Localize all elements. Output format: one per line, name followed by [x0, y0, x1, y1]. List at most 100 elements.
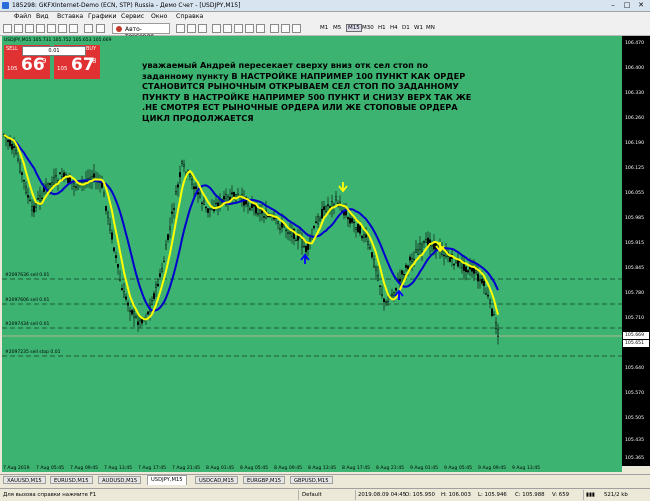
menu-window[interactable]: Окно — [151, 13, 167, 20]
timeframe-m30[interactable]: M30 — [362, 25, 374, 31]
menu-help[interactable]: Справка — [176, 13, 203, 20]
timeframe-m5[interactable]: M5 — [333, 25, 341, 31]
menu-charts[interactable]: Графики — [88, 13, 117, 20]
tile-windows-icon[interactable] — [234, 24, 243, 33]
menu-tools[interactable]: Сервис — [121, 13, 144, 20]
tab-usdcad[interactable]: USDCAD,M15 — [195, 476, 238, 484]
order-label[interactable]: #2097434 sell 0.01 — [5, 322, 49, 327]
tab-gbpusd[interactable]: GBPUSD,M15 — [290, 476, 333, 484]
candle-body — [423, 241, 426, 244]
candle-body — [162, 260, 165, 263]
timeframe-h1[interactable]: H1 — [378, 25, 386, 31]
tab-eurgbp[interactable]: EURGBP,M15 — [243, 476, 286, 484]
menu-bar: Файл Вид Вставка Графики Сервис Окно Спр… — [0, 12, 650, 22]
timeframe-h4[interactable]: H4 — [390, 25, 398, 31]
candle-body — [497, 329, 500, 338]
candle-body — [421, 243, 424, 252]
candle-body — [74, 186, 77, 188]
candle-body — [277, 221, 280, 224]
order-label[interactable]: #2097235 sell stop 0.01 — [5, 350, 60, 355]
tab-usdjpy[interactable]: USDJPY,M15 — [147, 475, 187, 485]
candle-body — [295, 239, 298, 242]
chart-tabs: XAUUSD,M15 EURUSD,M15 AUDUSD,M15 USDJPY,… — [0, 474, 650, 486]
new-chart-icon[interactable] — [3, 24, 12, 33]
timeframe-d1[interactable]: D1 — [402, 25, 410, 31]
candle-body — [287, 231, 290, 234]
navigator-icon[interactable] — [47, 24, 56, 33]
order-label[interactable]: #2097606 sell 0.01 — [5, 298, 49, 303]
autoscroll-icon[interactable] — [245, 24, 254, 33]
price-axis[interactable]: 106.470 106.400 106.330 106.260 106.190 … — [622, 36, 650, 466]
candle-body — [192, 186, 195, 190]
timeframe-mn[interactable]: MN — [426, 25, 435, 31]
market-watch-icon[interactable] — [25, 24, 34, 33]
candle-body — [118, 279, 121, 281]
slow-moving-average — [3, 134, 499, 312]
candle-body — [37, 198, 40, 200]
periods-icon[interactable] — [281, 24, 290, 33]
price-chart[interactable]: USDJPY,M15 105.731 105.752 105.653 105.6… — [2, 36, 622, 466]
candle-body — [467, 270, 470, 273]
tab-audusd[interactable]: AUDUSD,M15 — [98, 476, 142, 484]
timeframe-m1[interactable]: M1 — [320, 25, 328, 31]
minimize-icon[interactable]: – — [608, 1, 618, 10]
maximize-icon[interactable]: □ — [622, 1, 632, 10]
candle-body — [313, 226, 316, 229]
candle-body — [305, 245, 308, 253]
candle-body — [212, 209, 215, 212]
candle-body — [349, 217, 352, 224]
zoom-in-icon[interactable] — [212, 24, 221, 33]
buy-price-small: 105 — [57, 66, 68, 72]
menu-insert[interactable]: Вставка — [57, 13, 83, 20]
candle-body — [170, 211, 173, 214]
sell-price-small: 105 — [7, 66, 18, 72]
data-window-icon[interactable] — [36, 24, 45, 33]
candle-body — [250, 203, 253, 208]
menu-file[interactable]: Файл — [14, 13, 31, 20]
candle-body — [248, 208, 251, 210]
candle-body — [45, 184, 48, 187]
tab-xauusd[interactable]: XAUUSD,M15 — [3, 476, 46, 484]
new-order-icon[interactable] — [84, 24, 93, 33]
candle-body — [228, 197, 231, 200]
strategy-tester-icon[interactable] — [69, 24, 78, 33]
candlestick-icon[interactable] — [187, 24, 196, 33]
close-icon[interactable]: ✕ — [636, 1, 646, 10]
candle-body — [385, 301, 388, 304]
line-chart-icon[interactable] — [198, 24, 207, 33]
time-tick: 7 Aug 17:45 — [138, 466, 167, 471]
status-profile: Default — [302, 492, 322, 498]
candle-body — [53, 177, 56, 185]
terminal-icon[interactable] — [58, 24, 67, 33]
candle-body — [375, 267, 378, 271]
price-tick: 105.505 — [625, 416, 644, 421]
candle-body — [158, 273, 161, 277]
chart-shift-icon[interactable] — [256, 24, 265, 33]
profiles-icon[interactable] — [14, 24, 23, 33]
candle-body — [136, 321, 139, 325]
candle-body — [12, 146, 15, 148]
timeframe-m15[interactable]: M15 — [346, 24, 362, 32]
candle-body — [417, 249, 420, 255]
templates-icon[interactable] — [292, 24, 301, 33]
price-tick: 105.435 — [625, 438, 644, 443]
candle-body — [403, 274, 406, 276]
candle-body — [373, 259, 376, 267]
price-tick: 105.640 — [625, 366, 644, 371]
menu-view[interactable]: Вид — [36, 13, 49, 20]
metaeditor-icon[interactable] — [96, 24, 105, 33]
candle-body — [27, 195, 30, 198]
zoom-out-icon[interactable] — [223, 24, 232, 33]
sell-label: SELL — [6, 46, 18, 52]
timeframe-w1[interactable]: W1 — [414, 25, 423, 31]
lot-size-input[interactable]: 0.01 — [22, 46, 86, 56]
candle-body — [383, 298, 386, 303]
candle-body — [471, 267, 474, 272]
order-label[interactable]: #2097636 sell 0.01 — [5, 273, 49, 278]
autotrade-button[interactable]: Авто-торговля — [112, 23, 170, 40]
bar-chart-icon[interactable] — [176, 24, 185, 33]
candle-body — [222, 196, 225, 200]
tab-eurusd[interactable]: EURUSD,M15 — [50, 476, 93, 484]
candle-body — [357, 224, 360, 233]
indicators-icon[interactable] — [270, 24, 279, 33]
